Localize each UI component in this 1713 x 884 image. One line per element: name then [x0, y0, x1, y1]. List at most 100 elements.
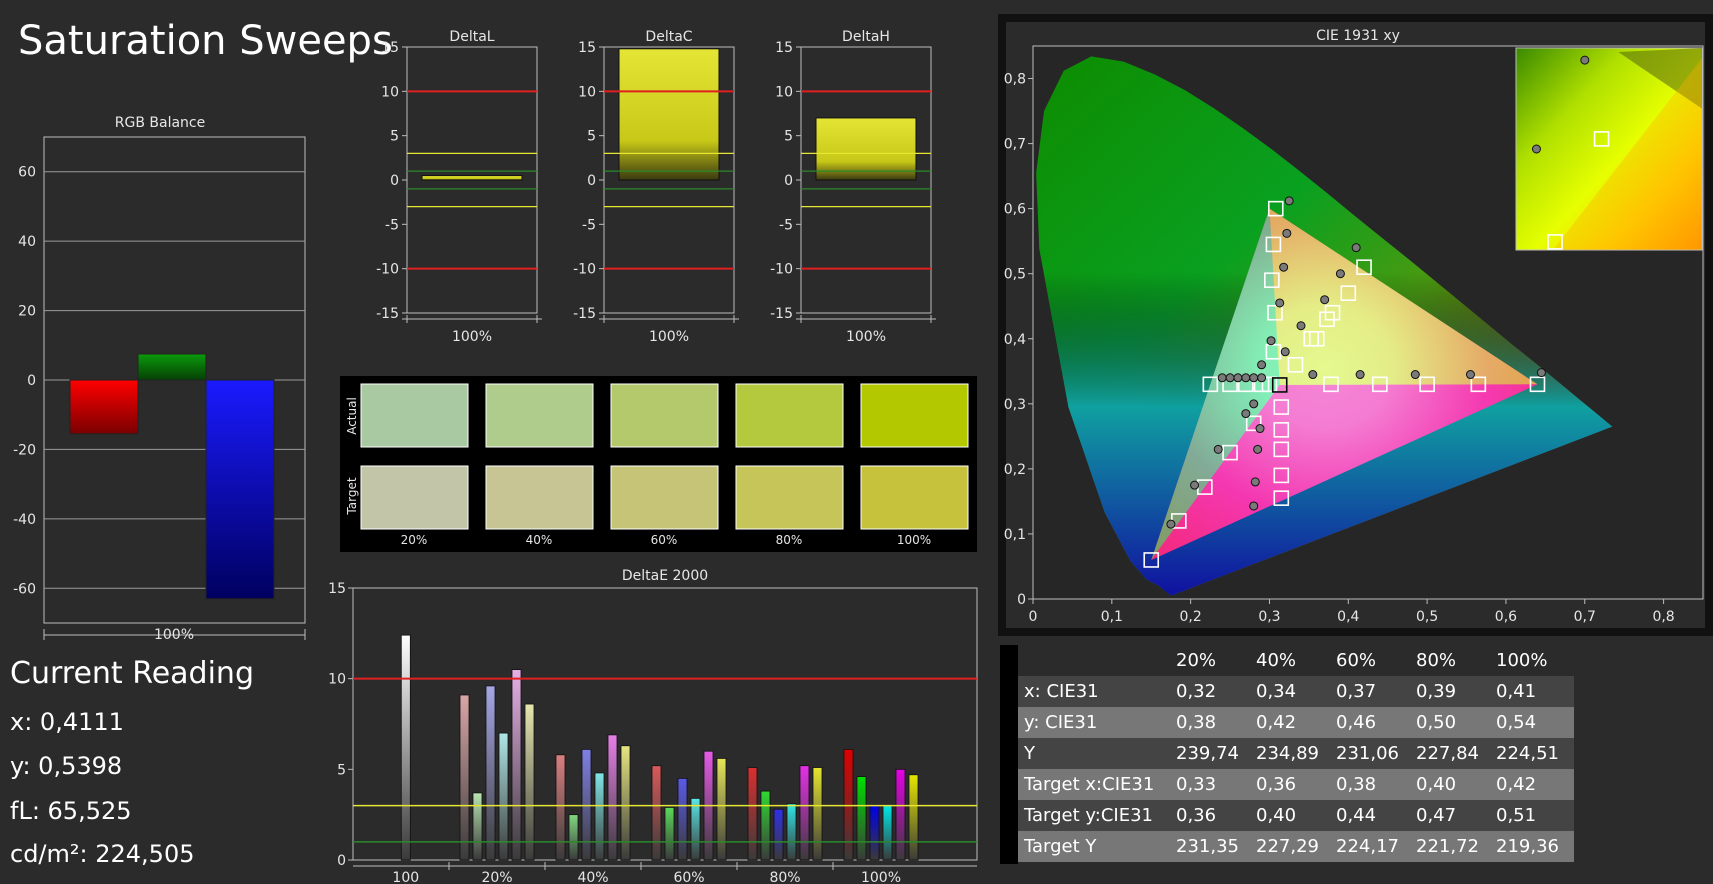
cie-ytick-label: 0,4	[1004, 332, 1026, 348]
delta-ytick-label: 10	[578, 84, 596, 100]
current-reading-title: Current Reading	[10, 656, 254, 691]
cie-inset-measured-point	[1531, 144, 1541, 154]
table-row: x: CIE31 0,32 0,34 0,37 0,39 0,41	[1018, 676, 1574, 707]
table-cell: 227,29	[1250, 831, 1330, 862]
page-title: Saturation Sweeps	[18, 18, 393, 64]
delta-ytick-label: 10	[775, 84, 793, 100]
swatch-target-label: Target	[345, 477, 359, 515]
cie-ytick-label: 0	[1017, 592, 1026, 608]
swatch-percent-label: 20%	[401, 533, 428, 547]
deltae-bar-2-2	[472, 792, 483, 861]
cie-ytick-label: 0,3	[1004, 397, 1026, 413]
deltae-bar-5-5	[799, 765, 810, 861]
table-cell: 0,44	[1330, 800, 1410, 831]
delta-ytick-label: 15	[775, 40, 793, 56]
cie-measured-point	[1241, 409, 1251, 419]
table-cell: 0,50	[1410, 707, 1490, 738]
delta-xlabel: 100%	[846, 329, 886, 345]
deltae-bar-2-1	[459, 694, 470, 861]
cie-measured-point	[1233, 373, 1243, 383]
table-cell: 231,06	[1330, 738, 1410, 769]
deltae-bar-5-6	[812, 767, 823, 861]
table-header-cell: 40%	[1250, 645, 1330, 676]
cie-ytick-label: 0,1	[1004, 527, 1026, 543]
rgb-balance-chart: RGB Balance 60 40 20 0 -20 -40 -60 100%	[13, 115, 306, 640]
table-cell: 0,42	[1490, 769, 1574, 800]
cie-xtick-label: 0,4	[1337, 609, 1359, 625]
deltae-xtick-label: 20%	[481, 870, 512, 884]
deltae-bar-4-4	[690, 797, 701, 861]
cie-inset-measured-point	[1580, 55, 1590, 65]
delta-chart-title: DeltaH	[842, 29, 890, 45]
table-header-row: 20% 40% 60% 80% 100%	[1018, 645, 1574, 676]
swatch-actual-1	[360, 383, 469, 448]
table-cell: 0,40	[1250, 800, 1330, 831]
measurement-table: 20% 40% 60% 80% 100% x: CIE31 0,32 0,34 0,37 0,3…	[1018, 645, 1574, 862]
table-row-label: Target y:CIE31	[1018, 800, 1170, 831]
deltae-2000-chart: DeltaE 2000 15 10 5 0 100 20% 40% 60% 80% 100%	[328, 568, 978, 884]
delta-ytick-label: 5	[390, 129, 399, 145]
deltae-bar-6-3	[869, 805, 880, 861]
delta-ytick-label: -15	[376, 306, 399, 322]
reading-cd: cd/m²: 224,505	[10, 840, 195, 868]
cie-measured-point	[1249, 373, 1259, 383]
delta-ytick-label: -10	[376, 262, 399, 278]
table-row: Target x:CIE31 0,33 0,36 0,38 0,40 0,42	[1018, 769, 1574, 800]
table-row: y: CIE31 0,38 0,42 0,46 0,50 0,54	[1018, 707, 1574, 738]
table-row-label: Target x:CIE31	[1018, 769, 1170, 800]
delta-ytick-label: 0	[784, 173, 793, 189]
deltae-ytick-label: 0	[337, 853, 346, 869]
cie-measured-point	[1249, 399, 1259, 409]
cie-measured-point	[1250, 477, 1260, 487]
delta-ytick-label: -5	[582, 217, 596, 233]
delta-ytick-label: -15	[770, 306, 793, 322]
table-cell: 239,74	[1170, 738, 1250, 769]
table-row-label: Target Y	[1018, 831, 1170, 862]
table-header-cell: 100%	[1490, 645, 1574, 676]
delta-ytick-label: -10	[573, 262, 596, 278]
deltae-bar-2-6	[524, 703, 535, 861]
cie-measured-point	[1249, 501, 1259, 511]
delta-ytick-label: 10	[381, 84, 399, 100]
delta-ytick-label: 15	[381, 40, 399, 56]
rgb-bar-green	[137, 353, 207, 381]
table-row: Target Y 231,35 227,29 224,17 221,72 219,36	[1018, 831, 1574, 862]
deltae-xtick-label: 40%	[577, 870, 608, 884]
swatch-actual-3	[610, 383, 719, 448]
cie-measured-point	[1253, 444, 1263, 454]
table-cell: 0,42	[1250, 707, 1330, 738]
deltae-bar-5-2	[760, 790, 771, 861]
table-cell: 0,46	[1330, 707, 1410, 738]
table-row-label: Y	[1018, 738, 1170, 769]
swatch-actual-4	[735, 383, 844, 448]
cie-1931-chart: CIE 1931 xy 0 0,1 0,2 0,3 0,4 0,5 0,6 0,7 0,8 0 0,1…	[998, 14, 1713, 636]
cie-measured-point	[1320, 295, 1330, 305]
cie-measured-point	[1166, 519, 1176, 529]
cie-xtick-label: 0,2	[1180, 609, 1202, 625]
deltae-bar-6-2	[856, 776, 867, 861]
swatch-actual-label: Actual	[345, 397, 359, 435]
rgb-ytick-label: -40	[13, 512, 36, 528]
swatch-percent-label: 100%	[897, 533, 931, 547]
delta-chart-deltal: DeltaL 15 10 5 0 -5 -10 -15 100%	[376, 29, 542, 345]
delta-chart-deltac: DeltaC 15 10 5 0 -5 -10 -15 100%	[573, 29, 739, 345]
table-cell: 0,41	[1490, 676, 1574, 707]
deltae-bar-2-5	[511, 669, 522, 861]
deltae-ytick-label: 15	[328, 581, 346, 597]
table-cell: 224,51	[1490, 738, 1574, 769]
cie-measured-point	[1351, 243, 1361, 253]
table-cell: 234,89	[1250, 738, 1330, 769]
table-header-cell: 20%	[1170, 645, 1250, 676]
cie-ytick-label: 0,2	[1004, 462, 1026, 478]
reading-fl: fL: 65,525	[10, 797, 132, 825]
table-row: Target y:CIE31 0,36 0,40 0,44 0,47 0,51	[1018, 800, 1574, 831]
table-cell: 231,35	[1170, 831, 1250, 862]
delta-ytick-label: 5	[587, 129, 596, 145]
table-cell: 0,34	[1250, 676, 1330, 707]
swatch-actual-2	[485, 383, 594, 448]
table-header-cell: 60%	[1330, 645, 1410, 676]
cie-measured-point	[1255, 424, 1265, 434]
cie-measured-point	[1536, 368, 1546, 378]
table-cell: 0,39	[1410, 676, 1490, 707]
deltae-xtick-label: 60%	[673, 870, 704, 884]
